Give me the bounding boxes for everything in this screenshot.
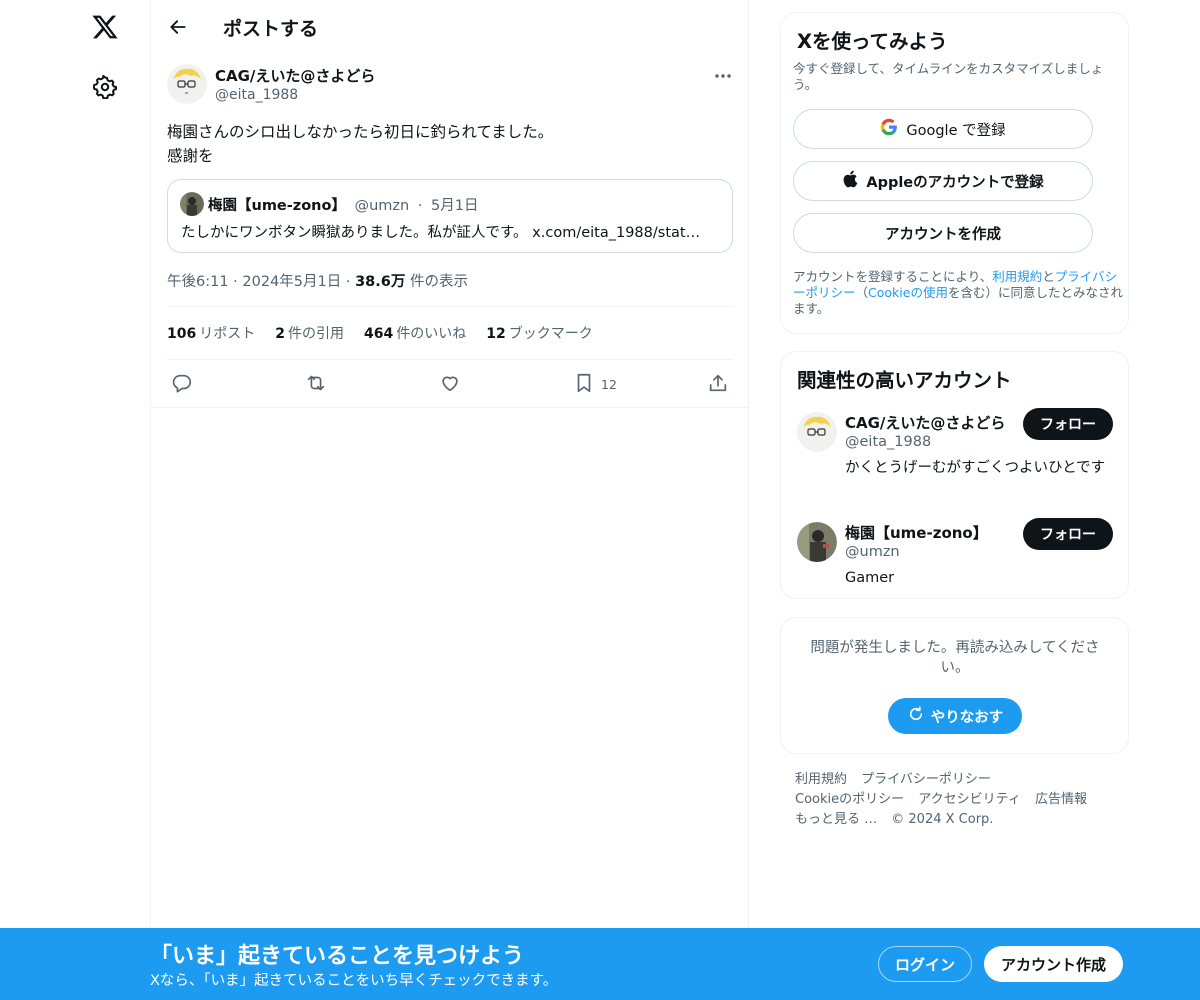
terms-text: と — [1042, 269, 1055, 284]
google-signup-button[interactable]: Google で登録 — [793, 109, 1093, 149]
avatar[interactable] — [797, 412, 837, 452]
related-title: 関連性の高いアカウント — [797, 369, 1012, 392]
create-account-button[interactable]: アカウントを作成 — [793, 213, 1093, 253]
google-signup-label: Google で登録 — [906, 122, 1006, 139]
post-text-line: 感謝を — [167, 147, 214, 165]
terms-text: アカウントを登録することにより、 — [793, 269, 993, 284]
app-root: ポストする CAG/えいた@さよどら @eita_1988 梅園さんのシロ出しな… — [0, 0, 1200, 1000]
account-handle: @eita_1988 — [845, 434, 932, 450]
avatar[interactable] — [797, 522, 837, 562]
terms-text: （ — [855, 285, 869, 300]
quoted-post[interactable]: 梅園【ume-zono】 @umzn · 5月1日 たしかにワンボタン瞬獄ありま… — [167, 179, 733, 253]
cookie-link[interactable]: Cookieの使用 — [868, 285, 948, 300]
reply-icon[interactable] — [171, 372, 193, 394]
quoted-post-link[interactable]: x.com/eita_1988/stat… — [532, 225, 700, 241]
separator: · — [417, 198, 423, 214]
page-title: ポストする — [223, 18, 319, 40]
left-nav — [0, 0, 150, 928]
quotes-label: 件の引用 — [287, 326, 344, 342]
bookmarks-label: ブックマーク — [508, 326, 593, 342]
separator: · — [345, 274, 351, 290]
signup-title: Xを使ってみよう — [797, 30, 948, 53]
repost-icon[interactable] — [305, 372, 327, 394]
avatar — [180, 192, 204, 216]
retry-button[interactable]: やりなおす — [888, 698, 1022, 734]
refresh-icon — [907, 705, 925, 727]
account-bio: Gamer — [845, 570, 895, 586]
bookmarks-count: 12 — [486, 326, 506, 342]
separator: · — [233, 274, 238, 290]
error-message: 問題が発生しました。再読み込みしてください。 — [810, 640, 1100, 676]
post-date[interactable]: 2024年5月1日 — [242, 274, 341, 290]
apple-icon — [842, 170, 858, 192]
bookmark-icon — [573, 372, 595, 397]
quoted-post-date: 5月1日 — [431, 198, 479, 214]
sidebar-footer: 利用規約 プライバシーポリシー Cookieのポリシー アクセシビリティ 広告情… — [795, 770, 1115, 830]
reposts-stat[interactable]: 106 リポスト — [167, 323, 255, 343]
footer-more-link[interactable]: もっと見る … — [795, 812, 877, 827]
account-bio: かくとうげーむがすごくつよいひとです — [845, 460, 1106, 476]
like-icon[interactable] — [439, 372, 461, 394]
terms-link[interactable]: 利用規約 — [992, 269, 1042, 284]
follow-button[interactable]: フォロー — [1023, 518, 1113, 550]
author-handle[interactable]: @eita_1988 — [215, 87, 298, 103]
signup-card: Xを使ってみよう 今すぐ登録して、タイムラインをカスタマイズしましょう。 Goo… — [780, 12, 1129, 334]
avatar[interactable] — [167, 64, 207, 104]
footer-link-tos[interactable]: 利用規約 — [795, 772, 847, 787]
login-button[interactable]: ログイン — [878, 946, 972, 982]
main-column: ポストする CAG/えいた@さよどら @eita_1988 梅園さんのシロ出しな… — [150, 0, 749, 928]
follow-button[interactable]: フォロー — [1023, 408, 1113, 440]
quotes-stat[interactable]: 2 件の引用 — [275, 323, 344, 343]
bookmark-button[interactable]: 12 — [573, 372, 617, 397]
gear-icon[interactable] — [90, 72, 120, 102]
back-arrow-icon[interactable] — [163, 12, 193, 42]
account-name[interactable]: 梅園【ume-zono】 — [845, 522, 988, 543]
footer-link-privacy[interactable]: プライバシーポリシー — [861, 772, 991, 787]
bookmark-count: 12 — [601, 377, 617, 392]
login-banner: 「いま」起きていることを見つけよう Xなら、「いま」起きていることをいち早くチェ… — [0, 928, 1200, 1000]
reposts-count: 106 — [167, 326, 197, 342]
likes-stat[interactable]: 464 件のいいね — [364, 323, 466, 343]
post-actions: 12 — [151, 360, 749, 408]
quoted-author-name: 梅園【ume-zono】 — [208, 198, 346, 214]
signup-terms: アカウントを登録することにより、利用規約とプライバシーポリシー（Cookieの使… — [793, 269, 1123, 317]
banner-subtitle: Xなら、「いま」起きていることをいち早くチェックできます。 — [150, 973, 558, 989]
signup-button[interactable]: アカウント作成 — [984, 946, 1123, 982]
bookmarks-stat[interactable]: 12 ブックマーク — [486, 323, 592, 343]
post-text: 梅園さんのシロ出しなかったら初日に釣られてました。 感謝を — [167, 120, 733, 168]
apple-signup-button[interactable]: Appleのアカウントで登録 — [793, 161, 1093, 201]
quoted-post-body: たしかにワンボタン瞬獄ありました。私が証人です。 — [181, 225, 528, 241]
quotes-count: 2 — [275, 326, 285, 342]
post-time[interactable]: 午後6:11 — [167, 274, 229, 290]
footer-link-cookie[interactable]: Cookieのポリシー — [795, 792, 904, 807]
post-stats: 106 リポスト 2 件の引用 464 件のいいね 12 ブックマーク — [167, 306, 733, 360]
share-icon[interactable] — [707, 372, 729, 394]
signup-subtitle: 今すぐ登録して、タイムラインをカスタマイズしましょう。 — [793, 61, 1104, 92]
post-timestamp: 午後6:11 · 2024年5月1日 · 38.6万 件の表示 — [167, 270, 468, 291]
likes-label: 件のいいね — [396, 326, 467, 342]
views-count: 38.6万 — [355, 274, 406, 290]
related-accounts-card: 関連性の高いアカウント CAG/えいた@さよどら @eita_1988 かくとう… — [780, 351, 1129, 599]
apple-signup-label: Appleのアカウントで登録 — [866, 174, 1044, 191]
account-name[interactable]: CAG/えいた@さよどら — [845, 412, 1005, 433]
error-card: 問題が発生しました。再読み込みしてください。 やりなおす — [780, 617, 1129, 754]
footer-copyright: © 2024 X Corp. — [891, 812, 994, 827]
banner-title: 「いま」起きていることを見つけよう — [150, 944, 525, 969]
account-handle: @umzn — [845, 544, 900, 560]
quoted-post-text: たしかにワンボタン瞬獄ありました。私が証人です。 x.com/eita_1988… — [181, 221, 711, 242]
footer-link-ads[interactable]: 広告情報 — [1035, 792, 1087, 807]
reposts-label: リポスト — [199, 326, 256, 342]
x-logo-icon[interactable] — [88, 10, 122, 44]
post-text-line: 梅園さんのシロ出しなかったら初日に釣られてました。 — [167, 123, 554, 141]
views-label: 件の表示 — [409, 274, 468, 290]
quoted-author-handle: @umzn — [354, 198, 410, 214]
retry-label: やりなおす — [930, 709, 1004, 726]
quoted-post-header: 梅園【ume-zono】 @umzn · 5月1日 — [208, 194, 479, 215]
more-icon[interactable] — [709, 64, 737, 88]
google-icon — [880, 118, 898, 140]
footer-link-accessibility[interactable]: アクセシビリティ — [918, 792, 1021, 807]
author-name[interactable]: CAG/えいた@さよどら — [215, 65, 375, 86]
page-header: ポストする — [151, 0, 749, 54]
likes-count: 464 — [363, 326, 394, 342]
